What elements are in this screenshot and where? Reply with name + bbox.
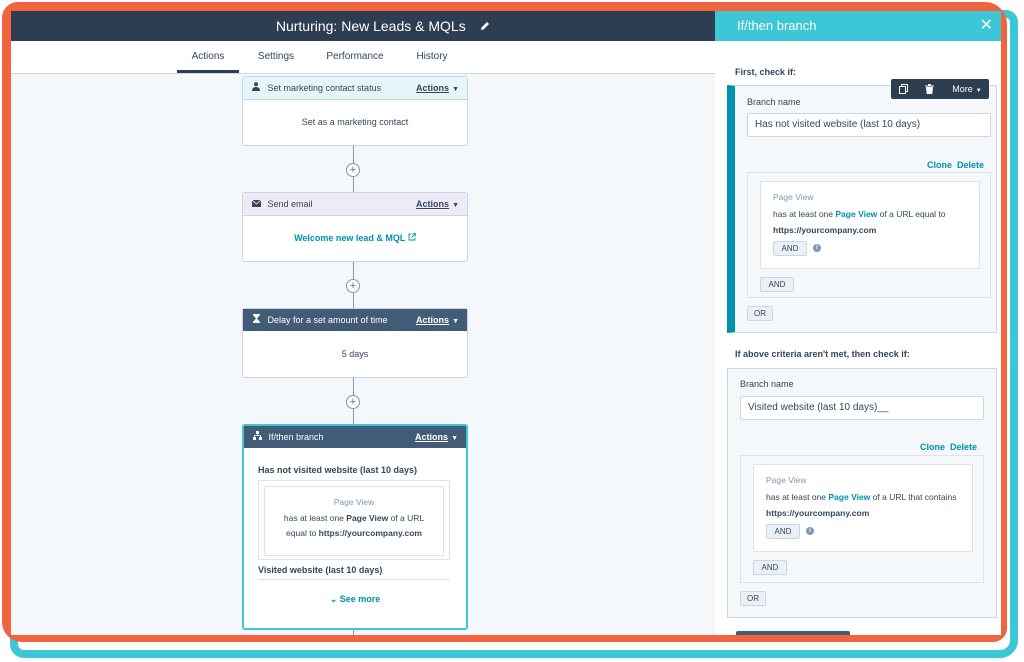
criteria-text: equal to (286, 528, 317, 538)
first-check-label: First, check if: (735, 67, 797, 77)
add-action-button[interactable]: + (346, 395, 360, 409)
external-link-icon[interactable] (408, 233, 416, 243)
tab-history[interactable]: History (407, 41, 457, 73)
add-action-button[interactable]: + (346, 279, 360, 293)
criteria-text: of a URL equal to (879, 209, 946, 219)
action-card-header: Set marketing contact status Actions ▼ (243, 77, 467, 100)
caret-down-icon: ▼ (451, 435, 458, 442)
workflow-title[interactable]: Nurturing: New Leads & MQLs (276, 11, 466, 41)
caret-down-icon: ▼ (975, 88, 982, 94)
trash-icon[interactable] (917, 79, 941, 99)
chevron-down-icon: ⌄ (329, 594, 338, 604)
delete-button[interactable]: Delete (950, 442, 977, 452)
branch-name-label: Branch name (740, 379, 794, 389)
action-card-title: If/then branch (268, 432, 324, 442)
criteria-card[interactable]: Page View has at least one Page View of … (753, 464, 973, 552)
criteria-title: Page View (773, 192, 814, 202)
more-menu-button[interactable]: More ▼ (945, 79, 989, 99)
criteria-title: Page View (333, 497, 375, 507)
branch-name-input[interactable]: Visited website (last 10 days)__ (740, 396, 984, 420)
criteria-property-link[interactable]: Page View (828, 492, 870, 502)
criteria-property-link[interactable]: Page View (835, 209, 877, 219)
add-action-button[interactable]: + (346, 163, 360, 177)
action-card-if-then-branch[interactable]: If/then branch Actions ▼ Has not visited … (242, 424, 468, 630)
caret-down-icon: ▼ (452, 202, 459, 209)
action-card-title: Set marketing contact status (267, 83, 382, 93)
delay-duration: 5 days (341, 349, 369, 359)
branch-name-label: Branch name (747, 97, 801, 107)
criteria-url: https://yourcompany.com (766, 508, 870, 518)
criteria-title: Page View (766, 475, 807, 485)
actions-dropdown[interactable]: Actions ▼ (416, 309, 459, 333)
action-card-header: If/then branch Actions ▼ (244, 426, 466, 448)
criteria-text: of a URL that contains (872, 492, 957, 502)
panel-title: If/then branch (737, 18, 817, 33)
branch-name-input[interactable]: Has not visited website (last 10 days) (747, 113, 991, 137)
branch-name: Has not visited website (last 10 days) (258, 465, 418, 475)
clone-button[interactable]: Clone (920, 442, 945, 452)
hourglass-icon (251, 309, 261, 331)
if-then-branch-panel: If/then branch ✕ First, check if: Branch… (715, 11, 1001, 635)
envelope-icon (251, 193, 261, 215)
actions-dropdown[interactable]: Actions ▼ (415, 426, 458, 450)
see-more-link[interactable]: ⌄ See more (244, 594, 466, 605)
action-card-body: Set as a marketing contact (301, 117, 409, 127)
else-check-label: If above criteria aren't met, then check… (735, 349, 910, 359)
caret-down-icon: ▼ (452, 318, 459, 325)
action-card-title: Send email (267, 199, 313, 209)
criteria-group: Page View has at least one Page View of … (747, 172, 991, 298)
action-card-send-email[interactable]: Send email Actions ▼ Welcome new lead & M… (242, 192, 468, 262)
workflow-tabs: Actions Settings Performance History (11, 41, 715, 74)
panel-save-button[interactable] (736, 631, 850, 635)
close-icon[interactable]: ✕ (980, 11, 993, 41)
criteria-card[interactable]: Page View has at least one Page View of … (760, 181, 980, 269)
and-button[interactable]: AND (753, 560, 787, 575)
delete-button[interactable]: Delete (957, 160, 984, 170)
action-card-header: Send email Actions ▼ (243, 193, 467, 216)
person-icon (251, 77, 261, 99)
info-icon[interactable]: i (806, 527, 814, 535)
screenshot-frame: Nurturing: New Leads & MQLs Actions Sett… (0, 0, 1024, 662)
action-card-set-marketing-status[interactable]: Set marketing contact status Actions ▼ Se… (242, 76, 468, 146)
clone-button[interactable]: Clone (927, 160, 952, 170)
branch-criteria-box: Page View has at least one Page View of … (258, 480, 450, 560)
criteria-text: has at least one (773, 209, 834, 219)
action-card-delay[interactable]: Delay for a set amount of time Actions ▼ … (242, 308, 468, 378)
criteria-card: Page View has at least one Page View of … (264, 486, 444, 556)
copy-icon[interactable] (891, 79, 915, 99)
workflow-header: Nurturing: New Leads & MQLs (11, 11, 715, 41)
workflow-app: Nurturing: New Leads & MQLs Actions Sett… (11, 11, 1001, 635)
caret-down-icon: ▼ (452, 86, 459, 93)
branch-block-1: Branch name Has not visited website (las… (727, 85, 997, 333)
branch-icon (252, 426, 262, 448)
criteria-text: has at least one (283, 513, 344, 523)
branch-name: Visited website (last 10 days) (258, 565, 383, 575)
action-card-title: Delay for a set amount of time (267, 315, 388, 325)
workflow-canvas: + + + Set marketing contact status Actio… (11, 74, 715, 635)
panel-header: If/then branch ✕ (715, 11, 1001, 41)
criteria-text: of a URL (390, 513, 425, 523)
criteria-url: https://yourcompany.com (318, 528, 422, 538)
actions-dropdown[interactable]: Actions ▼ (416, 77, 459, 101)
action-card-header: Delay for a set amount of time Actions ▼ (243, 309, 467, 331)
criteria-group: Page View has at least one Page View of … (740, 455, 984, 583)
or-button[interactable]: OR (740, 591, 766, 606)
info-icon[interactable]: i (813, 244, 821, 252)
email-link[interactable]: Welcome new lead & MQL (294, 233, 405, 243)
or-button[interactable]: OR (747, 306, 773, 321)
pencil-icon[interactable] (480, 18, 490, 36)
branch-block-2: Branch name Visited website (last 10 day… (727, 368, 997, 618)
criteria-property: Page View (346, 513, 389, 523)
criteria-url: https://yourcompany.com (773, 225, 877, 235)
actions-dropdown[interactable]: Actions ▼ (416, 193, 459, 217)
and-button[interactable]: AND (773, 241, 807, 256)
and-button[interactable]: AND (766, 524, 800, 539)
branch-toolbar: More ▼ (891, 79, 989, 99)
and-button[interactable]: AND (760, 277, 794, 292)
tab-performance[interactable]: Performance (317, 41, 393, 73)
tab-actions[interactable]: Actions (177, 41, 239, 73)
tab-settings[interactable]: Settings (251, 41, 301, 73)
criteria-text: has at least one (766, 492, 827, 502)
divider (258, 579, 450, 580)
